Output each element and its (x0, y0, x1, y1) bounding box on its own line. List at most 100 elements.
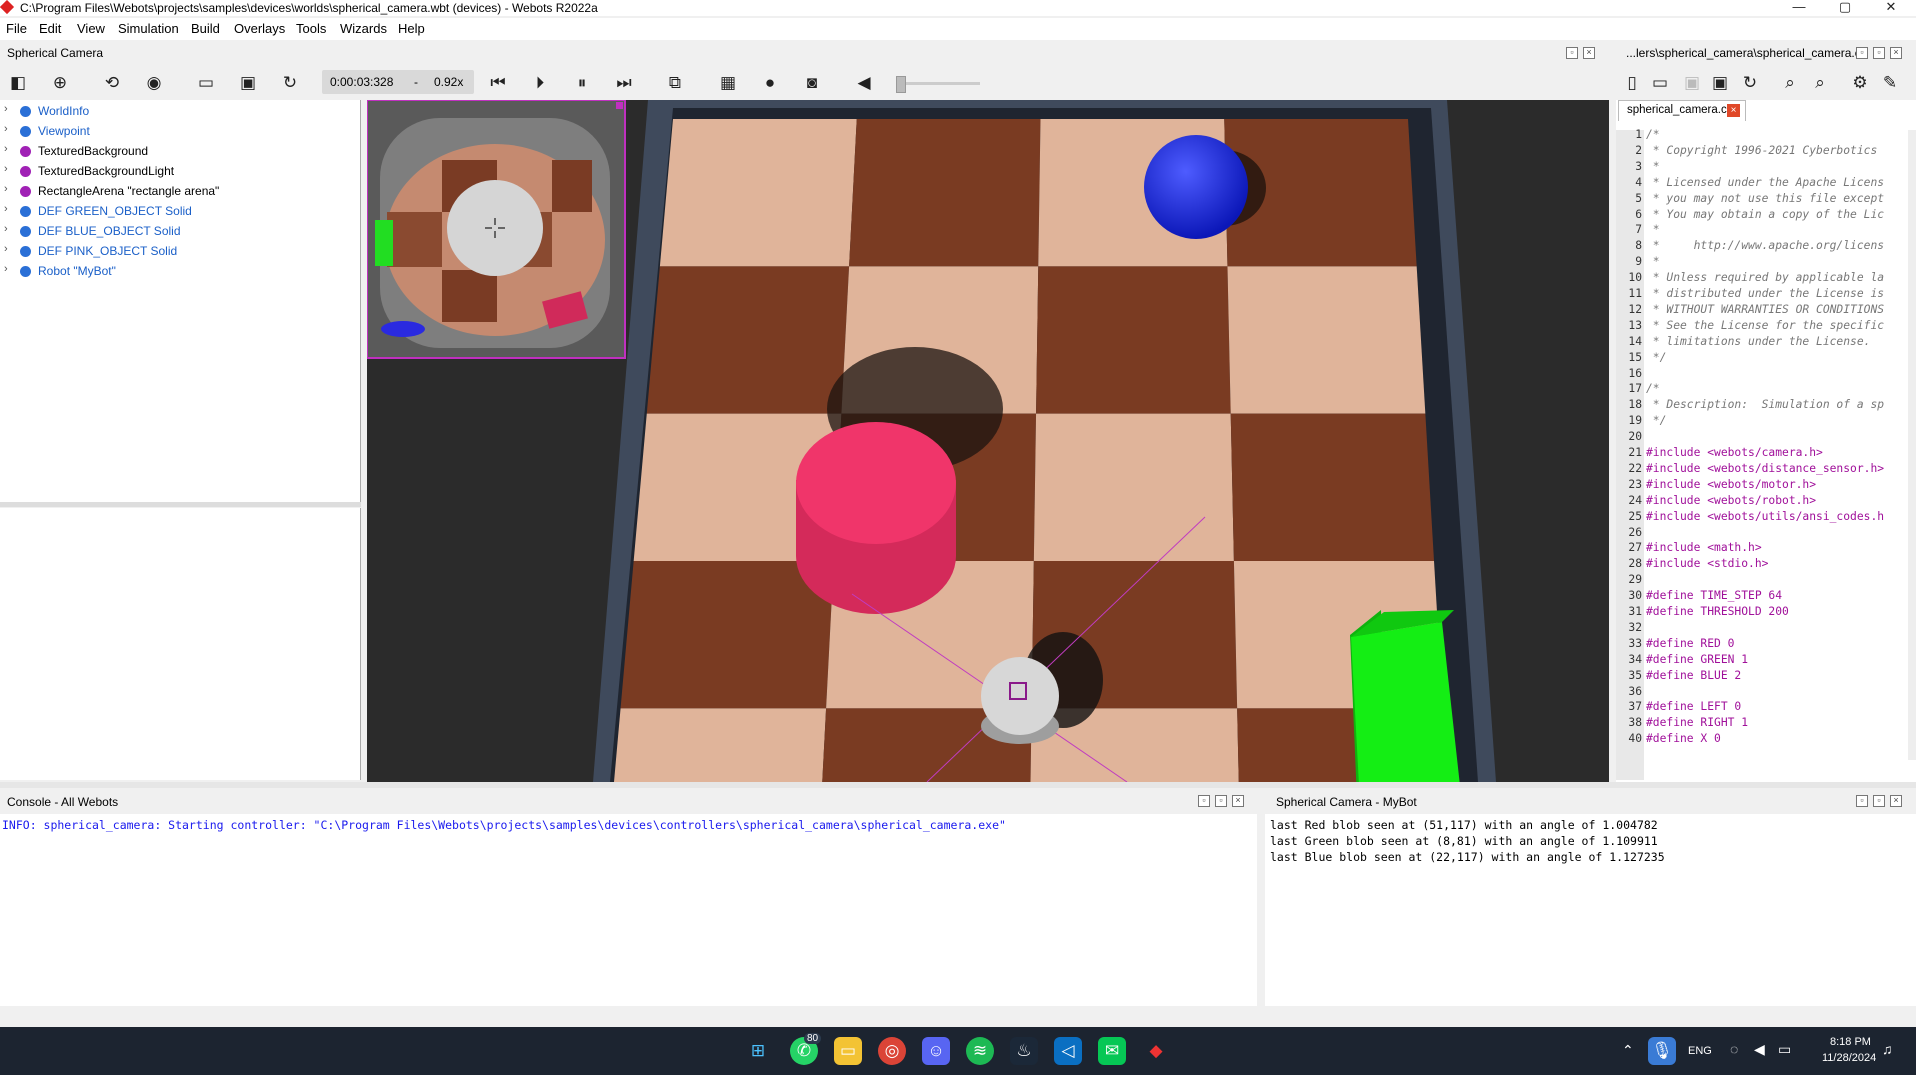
code-line: 38 #define RIGHT 1 (1616, 716, 1916, 732)
file-explorer-icon[interactable]: ▭ (834, 1037, 862, 1065)
code-text: * WITHOUT WARRANTIES OR CONDITIONS (1646, 302, 1885, 316)
expand-chevron-icon[interactable]: › (4, 103, 8, 115)
find-icon[interactable]: ⌕ (1778, 71, 1802, 95)
line-app-icon[interactable]: ✉ (1098, 1037, 1126, 1065)
maximize-button[interactable]: ▢ (1822, 0, 1868, 16)
webots-taskbar-icon[interactable]: ◆ (1142, 1037, 1170, 1065)
expand-chevron-icon[interactable]: › (4, 183, 8, 195)
robot-mybot[interactable] (981, 657, 1059, 735)
toggle-scene-tree-icon[interactable]: ◧ (6, 71, 30, 95)
clock-date[interactable]: 11/28/2024 (1822, 1052, 1876, 1064)
save-all-icon[interactable]: ▣ (1708, 71, 1732, 95)
view-eye-icon[interactable]: ◉ (142, 71, 166, 95)
code-line: 30 #define TIME_STEP 64 (1616, 589, 1916, 605)
reload-world-icon[interactable]: ⟲ (100, 71, 124, 95)
settings-gear-icon[interactable]: ⚙ (1848, 71, 1872, 95)
open-file-icon[interactable]: ▭ (1648, 71, 1672, 95)
microphone-icon[interactable]: 🎙 (1648, 1037, 1676, 1065)
console-robot-close-icon[interactable]: × (1890, 795, 1902, 807)
code-text: * Description: Simulation of a sp (1646, 398, 1885, 412)
expand-chevron-icon[interactable]: › (4, 163, 8, 175)
spotify-icon[interactable]: ≋ (966, 1037, 994, 1065)
screenshot-icon[interactable]: ◙ (800, 71, 824, 95)
step-back-icon[interactable]: ⏮ (486, 71, 510, 95)
editor-maximize-icon[interactable]: ▫ (1873, 47, 1885, 59)
new-file-icon[interactable]: ▯ (1620, 71, 1644, 95)
close-tab-icon[interactable]: × (1727, 104, 1740, 117)
movie-icon[interactable]: ▦ (716, 71, 740, 95)
play-step-icon[interactable]: ⏵ (528, 71, 552, 95)
line-number: 37 (1628, 700, 1642, 714)
view-3d-box-icon[interactable]: ⧉ (663, 71, 687, 95)
show-hidden-icons-chevron-icon[interactable]: ⌃ (1622, 1042, 1634, 1059)
network-icon[interactable]: ◌ (1730, 1041, 1738, 1057)
float-pane-icon[interactable]: ▫ (1566, 47, 1578, 59)
build-icon[interactable]: ✎ (1878, 71, 1902, 95)
vscode-icon[interactable]: ◁ (1054, 1037, 1082, 1065)
3d-view[interactable] (367, 100, 1609, 782)
battery-icon[interactable]: ▭ (1778, 1041, 1791, 1058)
fast-forward-icon[interactable]: ⏭ (612, 71, 636, 95)
replace-icon[interactable]: ⌕ (1808, 71, 1832, 95)
revert-file-icon[interactable]: ↻ (1738, 71, 1762, 95)
windows-start-icon[interactable]: ⊞ (744, 1037, 772, 1065)
add-node-icon[interactable]: ⊕ (48, 71, 72, 95)
console-all-close-icon[interactable]: × (1232, 795, 1244, 807)
mute-icon[interactable]: ◀ (852, 71, 876, 95)
scene-tree: › WorldInfo › Viewpoint › TexturedBackground ›… (0, 100, 361, 502)
close-button[interactable]: ✕ (1868, 0, 1914, 16)
open-world-icon[interactable]: ▭ (194, 71, 218, 95)
console-all-float-icon[interactable]: ▫ (1198, 795, 1210, 807)
save-file-disabled-icon[interactable]: ▣ (1680, 71, 1704, 95)
save-world-icon[interactable]: ▣ (236, 71, 260, 95)
line-number: 29 (1628, 573, 1642, 587)
reset-simulation-icon[interactable]: ↻ (278, 71, 302, 95)
volume-icon[interactable]: ◀ (1754, 1041, 1765, 1058)
language-indicator[interactable]: ENG (1688, 1045, 1712, 1057)
editor-tab[interactable]: spherical_camera.c × (1618, 100, 1746, 121)
menu-build[interactable]: Build (191, 21, 220, 36)
camera-overlay[interactable] (367, 100, 626, 359)
expand-chevron-icon[interactable]: › (4, 243, 8, 255)
minimize-button[interactable]: — (1776, 0, 1822, 16)
pause-icon[interactable]: ⏸ (570, 71, 594, 95)
editor-float-icon[interactable]: ▫ (1856, 47, 1868, 59)
3d-scene-svg[interactable] (367, 100, 1609, 782)
expand-chevron-icon[interactable]: › (4, 143, 8, 155)
menu-edit[interactable]: Edit (39, 21, 61, 36)
chrome-icon[interactable]: ◎ (878, 1037, 906, 1065)
expand-chevron-icon[interactable]: › (4, 223, 8, 235)
menu-wizards[interactable]: Wizards (340, 21, 387, 36)
console-all-maximize-icon[interactable]: ▫ (1215, 795, 1227, 807)
node-type-icon (20, 226, 31, 237)
editor-close-icon[interactable]: × (1890, 47, 1902, 59)
menu-bar: File Edit View Simulation Build Overlays… (0, 18, 1916, 40)
tree-splitter[interactable] (0, 502, 361, 507)
bottom-splitter[interactable] (0, 782, 1916, 788)
menu-simulation[interactable]: Simulation (118, 21, 179, 36)
editor-scrollbar[interactable] (1908, 130, 1916, 760)
menu-overlays[interactable]: Overlays (234, 21, 285, 36)
console-robot-maximize-icon[interactable]: ▫ (1873, 795, 1885, 807)
expand-chevron-icon[interactable]: › (4, 123, 8, 135)
console-robot-float-icon[interactable]: ▫ (1856, 795, 1868, 807)
menu-help[interactable]: Help (398, 21, 425, 36)
tree-node-label: DEF GREEN_OBJECT Solid (38, 204, 192, 218)
pink-object (796, 422, 956, 544)
menu-tools[interactable]: Tools (296, 21, 326, 36)
expand-chevron-icon[interactable]: › (4, 263, 8, 275)
code-text: * (1646, 223, 1660, 237)
console-all-output[interactable]: INFO: spherical_camera: Starting control… (0, 814, 1257, 1006)
volume-slider-handle[interactable] (896, 76, 906, 93)
console-robot-output[interactable]: last Red blob seen at (51,117) with an a… (1265, 814, 1916, 1006)
clock-time[interactable]: 8:18 PM (1830, 1036, 1871, 1048)
notification-bell-icon[interactable]: ♫ (1882, 1041, 1893, 1057)
close-pane-icon[interactable]: × (1583, 47, 1595, 59)
menu-view[interactable]: View (77, 21, 105, 36)
discord-icon[interactable]: ☺ (922, 1037, 950, 1065)
steam-icon[interactable]: ♨ (1010, 1037, 1038, 1065)
volume-slider[interactable] (896, 76, 980, 93)
menu-file[interactable]: File (6, 21, 27, 36)
record-icon[interactable]: ● (758, 71, 782, 95)
expand-chevron-icon[interactable]: › (4, 203, 8, 215)
